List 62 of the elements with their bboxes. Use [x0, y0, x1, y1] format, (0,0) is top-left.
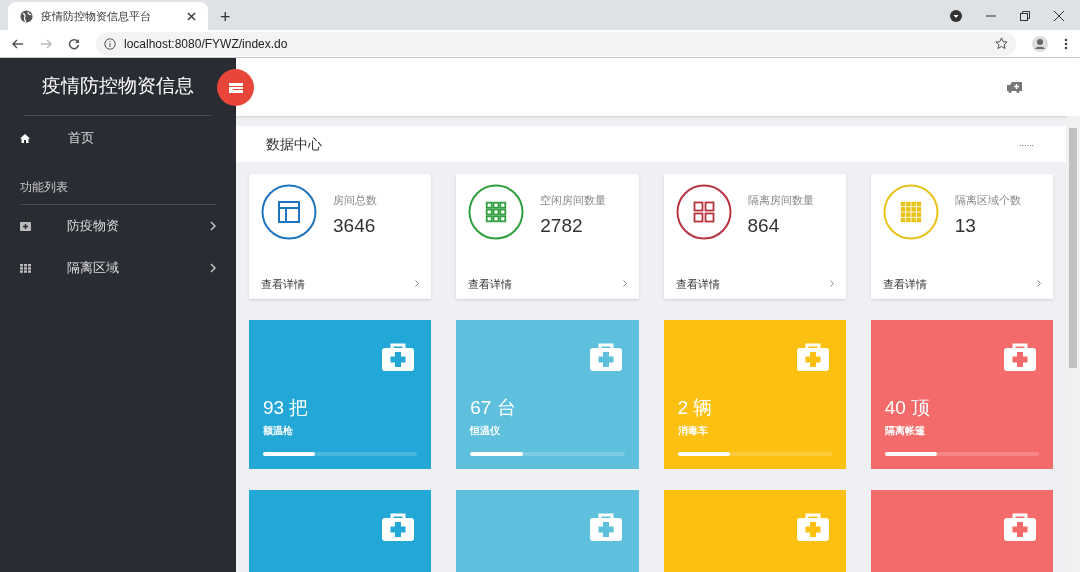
url-text: localhost:8080/FYWZ/index.do: [124, 35, 289, 53]
stat-value: 13: [954, 213, 977, 238]
tab-title: 疫情防控物资信息平台: [41, 8, 152, 24]
restore-icon[interactable]: [1020, 11, 1030, 21]
supply-amount: 93 把: [263, 396, 310, 420]
star-icon[interactable]: [995, 37, 1008, 50]
details-link[interactable]: 查看详情: [261, 275, 305, 292]
details-link[interactable]: 查看详情: [675, 275, 720, 292]
menu-icon[interactable]: [1064, 37, 1068, 50]
supply-amount: 67 台: [470, 396, 517, 420]
sidebar-item[interactable]: 隔离区域: [0, 247, 236, 289]
chevron-right-icon: [415, 280, 420, 288]
chevron-right-icon: [210, 221, 216, 231]
supply-name: 恒温仪: [470, 423, 502, 438]
sidebar-item[interactable]: 防疫物资: [0, 205, 236, 247]
close-icon[interactable]: [1054, 11, 1064, 21]
page-title: 数据中心: [266, 134, 322, 154]
chevron-right-icon: [829, 280, 834, 288]
medical-kit-icon: [1003, 512, 1037, 542]
section-label: 功能列表: [20, 178, 68, 196]
stat-label: 隔离房间数量: [747, 193, 814, 208]
globe-icon: [20, 9, 33, 23]
medical-kit-icon: [381, 512, 416, 542]
supply-name: 隔离帐篷: [884, 423, 926, 438]
supply-name: 消毒车: [677, 423, 709, 438]
chevron-right-icon: [622, 280, 627, 288]
chevron-right-icon: [210, 263, 216, 273]
app-title: 疫情防控物资信息: [42, 74, 194, 99]
medical-kit-icon: [588, 342, 623, 372]
supply-name: 额温枪: [263, 423, 294, 438]
sidebar-item[interactable]: 首页: [0, 116, 236, 160]
ambulance-icon[interactable]: [1007, 81, 1022, 93]
medical-kit-icon: [1003, 342, 1037, 372]
address-field[interactable]: localhost:8080/FYWZ/index.do: [96, 31, 1016, 56]
supply-amount: 40 顶: [884, 396, 932, 420]
home-icon: [20, 133, 30, 143]
more-link[interactable]: ......: [1019, 137, 1034, 151]
info-icon: [104, 37, 116, 50]
dropdown-icon[interactable]: [950, 10, 962, 22]
medical-kit-icon: [795, 512, 830, 542]
stat-value: 864: [747, 213, 781, 238]
stat-label: 房间总数: [333, 193, 377, 208]
stat-label: 空闲房间数量: [540, 193, 607, 208]
medical-kit-icon: [588, 512, 623, 542]
reload-icon[interactable]: [68, 37, 80, 50]
supply-amount: 2 辆: [677, 396, 714, 420]
stat-value: 2782: [540, 213, 584, 238]
stat-value: 3646: [333, 213, 377, 238]
grid-icon: [20, 263, 31, 273]
new-tab-button[interactable]: +: [220, 8, 231, 26]
close-icon[interactable]: [187, 11, 196, 21]
medical-kit-icon: [795, 342, 830, 372]
medical-kit-icon: [381, 342, 416, 372]
browser-tab[interactable]: 疫情防控物资信息平台: [8, 2, 208, 30]
profile-icon[interactable]: [1032, 35, 1048, 52]
details-link[interactable]: 查看详情: [468, 275, 513, 292]
details-link[interactable]: 查看详情: [882, 275, 927, 292]
chevron-right-icon: [1037, 280, 1041, 288]
back-icon[interactable]: [12, 37, 24, 50]
menu-icon: [228, 82, 243, 93]
medical-kit-icon: [20, 221, 31, 231]
stat-label: 隔离区域个数: [954, 193, 1021, 208]
